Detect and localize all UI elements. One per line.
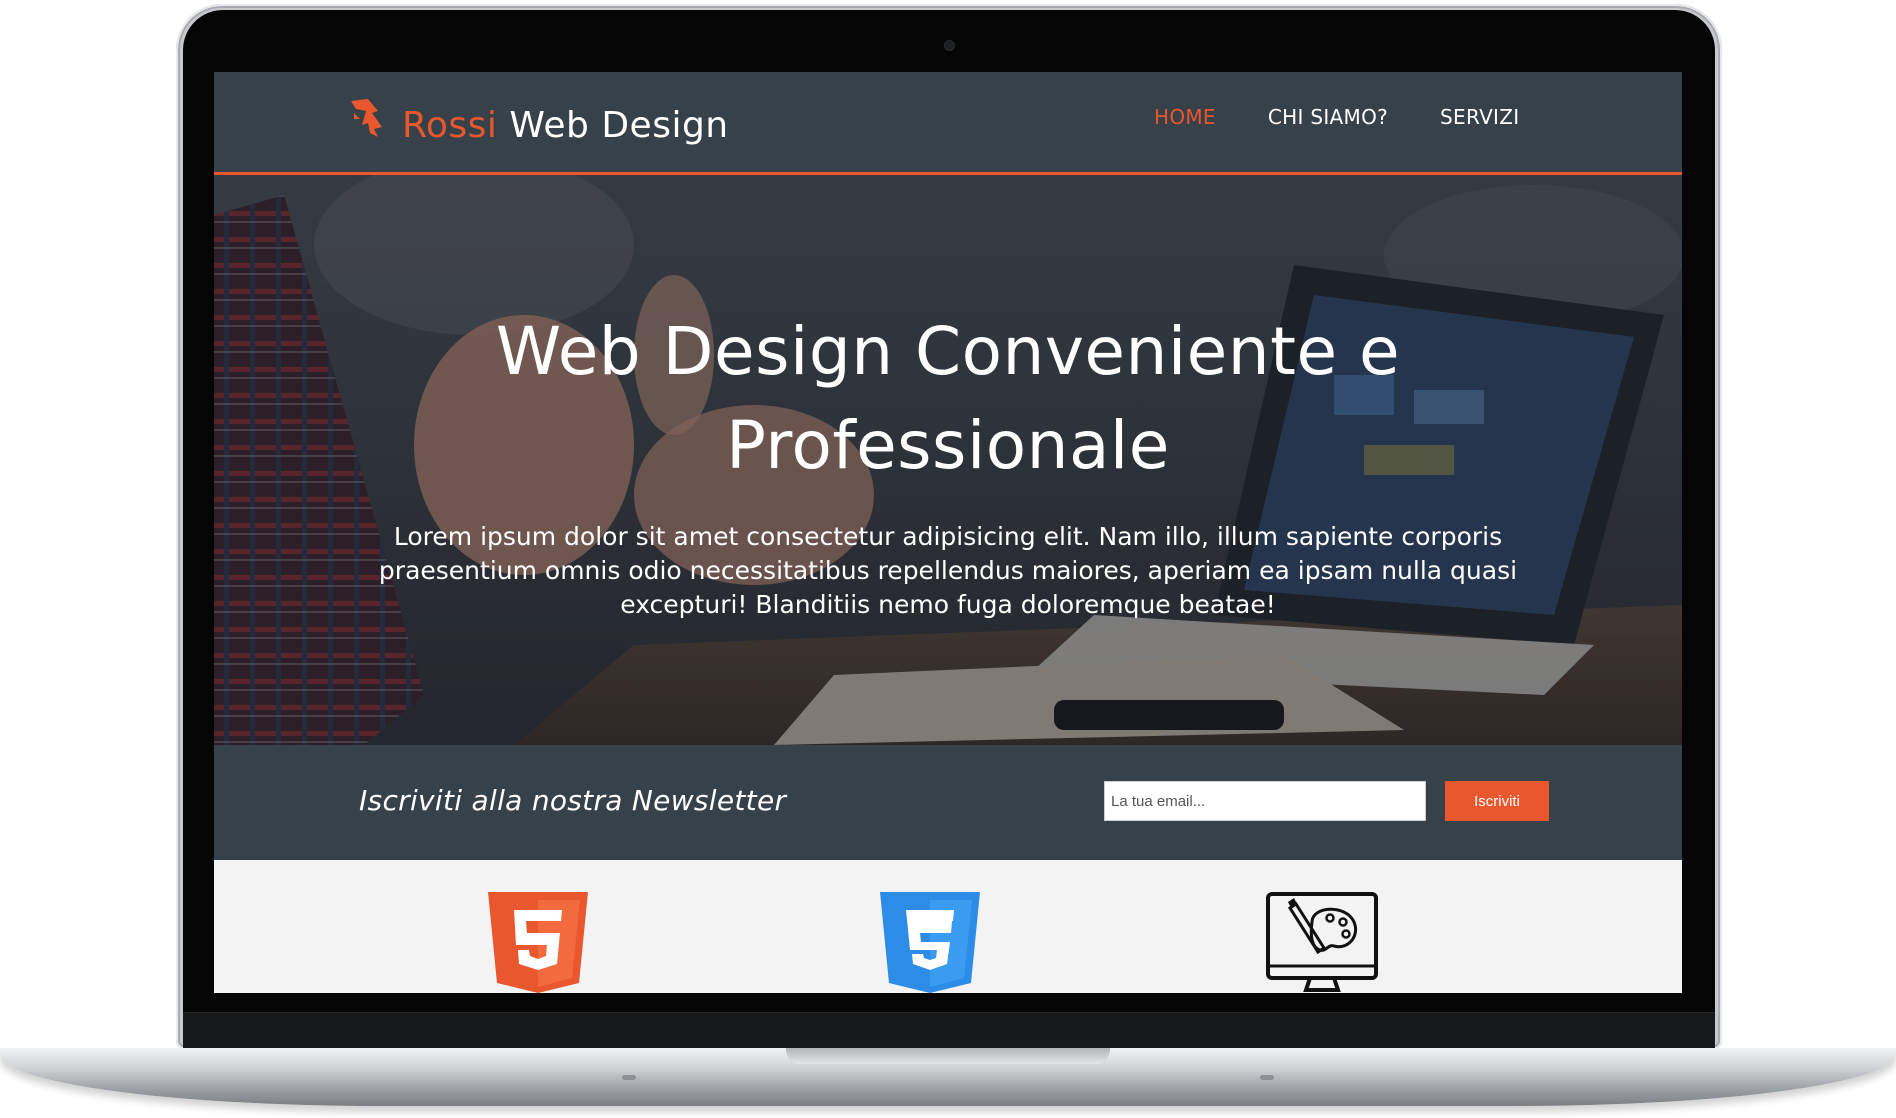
design-monitor-icon [1266, 892, 1378, 992]
newsletter-title: Iscriviti alla nostra Newsletter [359, 784, 787, 817]
laptop-chin [183, 1012, 1715, 1051]
laptop-opening-notch [786, 1048, 1110, 1064]
html5-icon [488, 892, 588, 993]
webcam-icon [944, 40, 955, 51]
brand-name-part2: Web Design [509, 105, 729, 146]
navbar: Rossi Web Design HOME CHI SIAMO? SERVIZI [214, 72, 1682, 175]
hero-title-line2: Professionale [726, 407, 1170, 484]
hero-title: Web Design Conveniente e Professionale [214, 305, 1682, 493]
main-nav: HOME CHI SIAMO? SERVIZI [1154, 102, 1571, 132]
newsletter-section: Iscriviti alla nostra Newsletter Iscrivi… [214, 745, 1682, 860]
newsletter-subscribe-button[interactable]: Iscriviti [1445, 781, 1549, 821]
website-screen: Rossi Web Design HOME CHI SIAMO? SERVIZI [214, 72, 1682, 993]
hero-section: Web Design Conveniente e Professionale L… [214, 175, 1682, 745]
brand-name-part1: Rossi [402, 105, 498, 146]
newsletter-email-input[interactable] [1104, 781, 1426, 821]
nav-item-servizi[interactable]: SERVIZI [1440, 102, 1519, 132]
hero-title-line1: Web Design Conveniente e [495, 313, 1401, 390]
brand-name: Rossi Web Design [402, 98, 729, 154]
nav-item-home[interactable]: HOME [1154, 102, 1216, 132]
laptop-foot [622, 1075, 636, 1080]
css3-icon [880, 892, 980, 993]
arrow-logo-icon [351, 99, 382, 137]
laptop-foot [1260, 1075, 1274, 1080]
hero-description: Lorem ipsum dolor sit amet consectetur a… [378, 522, 1518, 619]
brand-logo[interactable]: Rossi Web Design [348, 92, 729, 148]
nav-item-chi-siamo[interactable]: CHI SIAMO? [1268, 102, 1388, 132]
features-section [214, 860, 1682, 993]
